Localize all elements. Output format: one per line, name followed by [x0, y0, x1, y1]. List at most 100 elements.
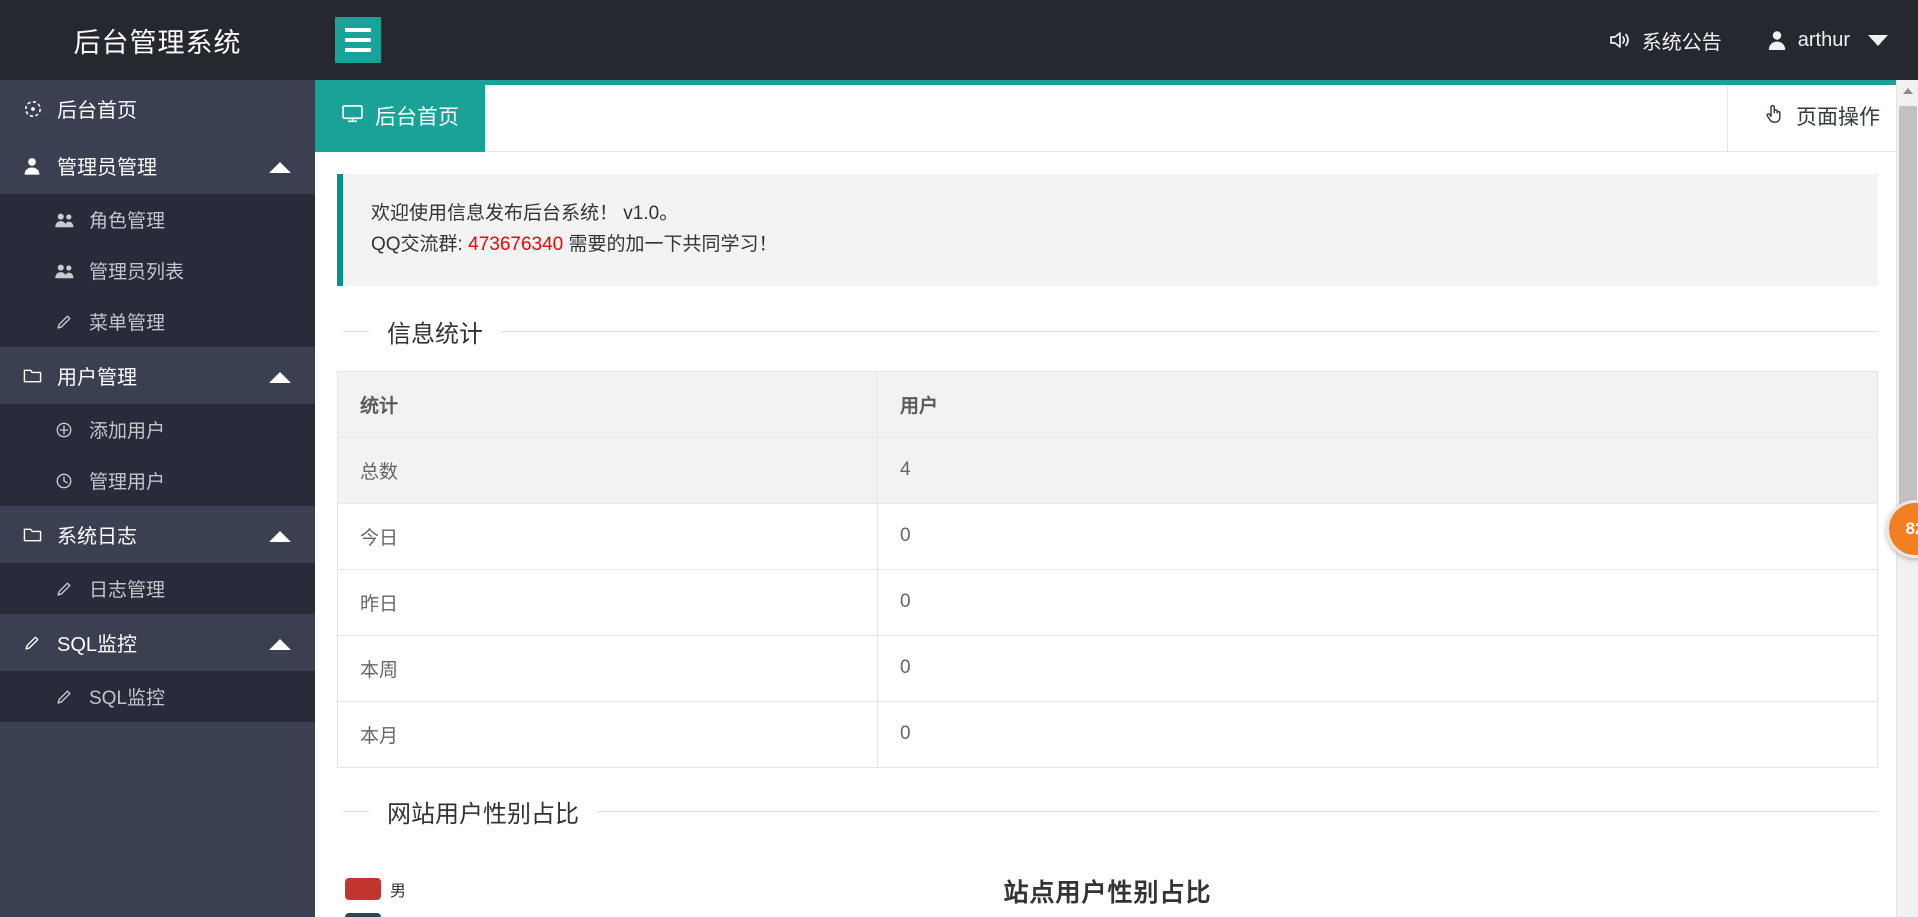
dashboard-icon [22, 98, 48, 120]
divider-right [501, 330, 1878, 332]
sidebar-item-add-user[interactable]: 添加用户 [0, 404, 315, 455]
divider-right [597, 810, 1878, 812]
user-icon [22, 156, 48, 176]
monitor-icon [341, 103, 364, 130]
chevron-up-icon [269, 371, 291, 383]
hamburger-bar [345, 48, 371, 52]
row-value: 0 [877, 700, 1878, 768]
sidebar-item-dashboard[interactable]: 后台首页 [0, 80, 315, 137]
clock-icon [54, 471, 80, 491]
users-icon [54, 211, 80, 229]
stats-table: 统计 用户 总数 4 今日 0 昨日 0 本周 0 本月 0 [337, 370, 1878, 768]
row-label: 昨日 [337, 568, 878, 636]
top-header-right: 系统公告 arthur [1608, 0, 1918, 80]
gender-section-title: 网站用户性别占比 [387, 800, 579, 828]
gender-pie-chart: 男 女 站点用户性别占比 每日定时统计 [337, 851, 1878, 917]
app-root: 后台管理系统 系统公告 arthur 后台首页 管理员管理 角色管理 管理员列表… [0, 0, 1918, 917]
pencil-icon [54, 579, 80, 599]
qq-suffix: 需要的加一下共同学习！ [563, 233, 778, 255]
row-label: 今日 [337, 502, 878, 570]
sidebar-group-label: 系统日志 [57, 526, 137, 548]
row-value: 0 [877, 568, 1878, 636]
hamburger-icon[interactable] [335, 17, 381, 63]
sidebar-group-user[interactable]: 用户管理 [0, 347, 315, 404]
pencil-icon [22, 633, 48, 653]
page-actions-button[interactable]: 页面操作 [1727, 80, 1918, 152]
hamburger-bar [345, 28, 371, 32]
table-header-row: 统计 用户 [337, 370, 1878, 438]
sidebar-group-syslog[interactable]: 系统日志 [0, 506, 315, 563]
sidebar-submenu-syslog: 日志管理 [0, 563, 315, 614]
row-label: 总数 [337, 436, 878, 504]
divider-left [343, 810, 369, 812]
page-content: 欢迎使用信息发布后台系统！ v1.0。 QQ交流群: 473676340 需要的… [315, 152, 1918, 917]
chevron-up-icon [1902, 88, 1913, 94]
stats-section: 信息统计 统计 用户 总数 4 今日 0 昨日 0 本周 0 本月 0 [337, 314, 1878, 768]
vertical-scrollbar[interactable] [1896, 80, 1918, 917]
sidebar-item-label: SQL监控 [89, 688, 166, 709]
column-header-metric: 统计 [337, 370, 878, 438]
pencil-icon [54, 312, 80, 332]
table-row: 今日 0 [337, 502, 1878, 570]
top-header-bar: 后台管理系统 系统公告 arthur [0, 0, 1918, 80]
chevron-down-icon [1868, 34, 1888, 46]
welcome-alert: 欢迎使用信息发布后台系统！ v1.0。 QQ交流群: 473676340 需要的… [337, 174, 1878, 286]
stats-section-header: 信息统计 [337, 314, 1878, 349]
chart-titles: 站点用户性别占比 每日定时统计 [337, 873, 1878, 917]
floating-badge-value: 82 [1905, 519, 1918, 538]
gender-section: 网站用户性别占比 男 女 站 [337, 794, 1878, 917]
table-row: 本月 0 [337, 700, 1878, 768]
sidebar-submenu-user: 添加用户 管理用户 [0, 404, 315, 506]
user-name: arthur [1797, 28, 1850, 51]
chevron-up-icon [269, 638, 291, 650]
folder-icon [22, 366, 48, 385]
sidebar-item-label: 角色管理 [89, 211, 166, 232]
scrollbar-thumb[interactable] [1899, 106, 1917, 512]
sidebar-item-manage-user[interactable]: 管理用户 [0, 455, 315, 506]
stats-table-body: 总数 4 今日 0 昨日 0 本周 0 本月 0 [337, 436, 1878, 768]
row-value: 4 [877, 436, 1878, 504]
divider-left [343, 330, 369, 332]
sidebar-group-label: 管理员管理 [57, 157, 157, 179]
sidebar-item-admin-list[interactable]: 管理员列表 [0, 245, 315, 296]
plus-circle-icon [54, 420, 80, 440]
tab-label: 后台首页 [375, 106, 459, 129]
sidebar-group-admin[interactable]: 管理员管理 [0, 137, 315, 194]
tab-dashboard[interactable]: 后台首页 [315, 80, 485, 152]
main-content-area: 后台首页 页面操作 欢迎使用信息发布后台系统！ v1.0。 QQ交流群: 473… [315, 80, 1918, 917]
chevron-up-icon [269, 530, 291, 542]
row-value: 0 [877, 502, 1878, 570]
users-icon [54, 262, 80, 280]
row-label: 本月 [337, 700, 878, 768]
sidebar-item-label: 管理用户 [89, 472, 166, 493]
chart-title: 站点用户性别占比 [1003, 878, 1212, 907]
sidebar-item-label: 后台首页 [57, 100, 137, 122]
stats-section-title: 信息统计 [387, 320, 483, 348]
sidebar-item-label: 管理员列表 [89, 262, 185, 283]
sidebar-item-menu-management[interactable]: 菜单管理 [0, 296, 315, 347]
folder-icon [22, 525, 48, 544]
sidebar-nav: 后台首页 管理员管理 角色管理 管理员列表 菜单管理 用户管理 添加用户 管理用… [0, 80, 315, 917]
sidebar-item-role-management[interactable]: 角色管理 [0, 194, 315, 245]
page-actions-label: 页面操作 [1796, 106, 1880, 129]
sidebar-group-sql[interactable]: SQL监控 [0, 614, 315, 671]
sidebar-filler [0, 722, 315, 728]
hand-pointer-icon [1762, 102, 1785, 131]
table-row: 昨日 0 [337, 568, 1878, 636]
sidebar-submenu-admin: 角色管理 管理员列表 菜单管理 [0, 194, 315, 347]
sidebar-submenu-sql: SQL监控 [0, 671, 315, 722]
user-icon [1766, 29, 1788, 51]
sidebar-group-label: SQL监控 [57, 634, 138, 656]
welcome-line-1: 欢迎使用信息发布后台系统！ v1.0。 [371, 203, 679, 224]
scroll-up-button[interactable] [1897, 80, 1918, 102]
announcement-label: 系统公告 [1641, 31, 1722, 54]
row-value: 0 [877, 634, 1878, 702]
sidebar-item-label: 添加用户 [89, 421, 166, 442]
qq-number[interactable]: 473676340 [468, 234, 563, 255]
user-menu[interactable]: arthur [1766, 29, 1888, 52]
sidebar-item-sql-monitor[interactable]: SQL监控 [0, 671, 315, 722]
sidebar-item-log-management[interactable]: 日志管理 [0, 563, 315, 614]
welcome-line-2: QQ交流群: 473676340 需要的加一下共同学习！ [371, 230, 1850, 261]
tab-strip: 后台首页 页面操作 [315, 80, 1918, 152]
announcement-button[interactable]: 系统公告 [1608, 26, 1722, 55]
